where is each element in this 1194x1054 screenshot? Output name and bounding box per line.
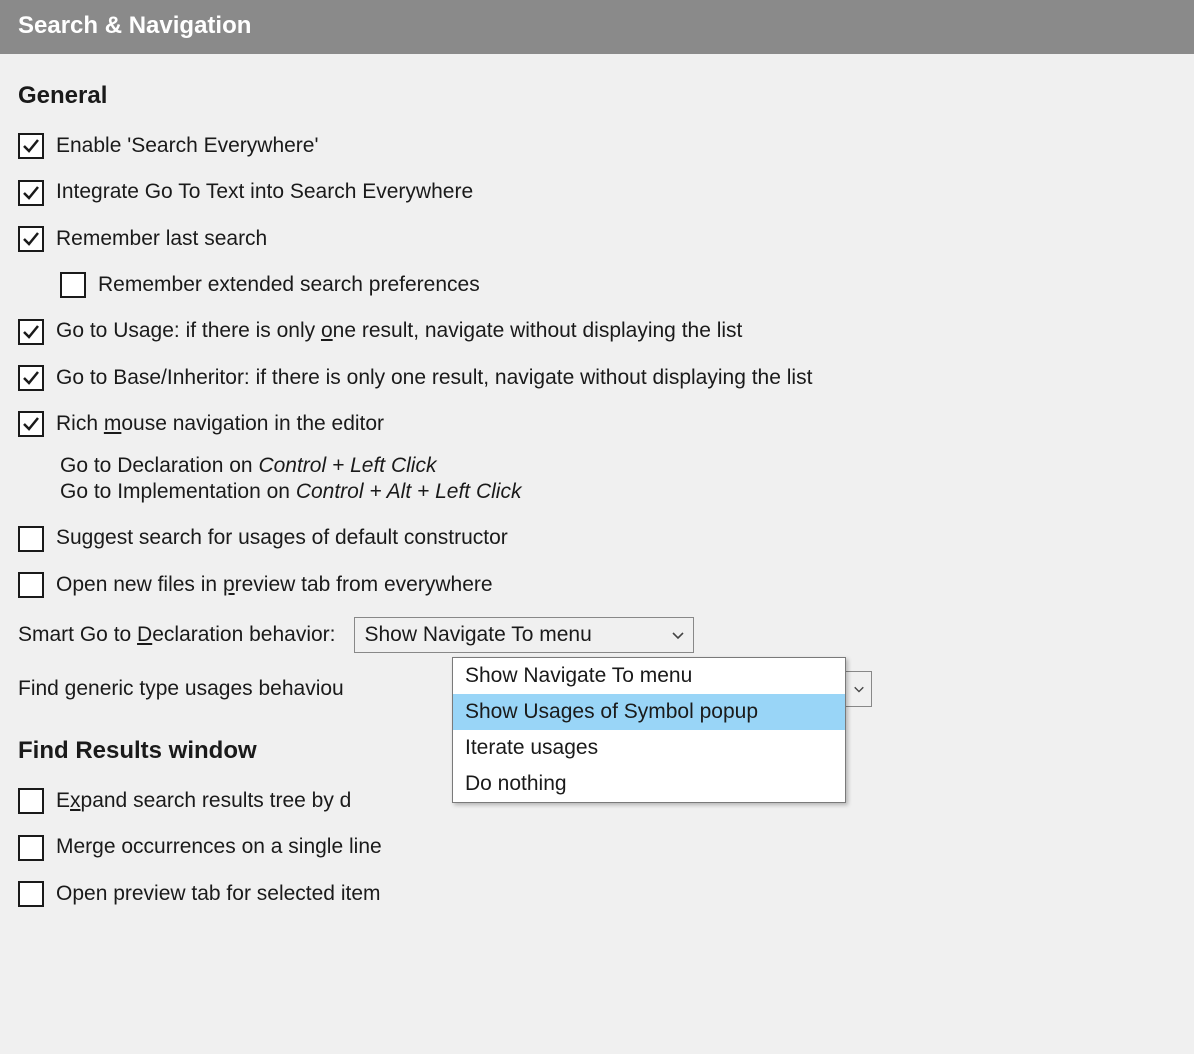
- checkbox-merge-occurrences[interactable]: [18, 835, 44, 861]
- check-icon: [21, 368, 41, 388]
- label-merge-occurrences: Merge occurrences on a single line: [56, 833, 382, 861]
- row-remember-last-search: Remember last search: [18, 225, 1176, 253]
- label-expand-tree: Expand search results tree by d: [56, 787, 351, 815]
- label-goto-base: Go to Base/Inheritor: if there is only o…: [56, 364, 812, 392]
- chevron-down-icon: [671, 628, 685, 642]
- label-open-preview-tab: Open preview tab for selected item: [56, 880, 381, 908]
- label-open-new-files: Open new files in preview tab from every…: [56, 571, 493, 599]
- checkbox-goto-usage[interactable]: [18, 319, 44, 345]
- check-icon: [21, 229, 41, 249]
- row-open-preview-tab: Open preview tab for selected item: [18, 880, 1176, 908]
- label-smart-goto-declaration: Smart Go to Declaration behavior:: [18, 623, 336, 647]
- info-goto-implementation: Go to Implementation on Control + Alt + …: [60, 480, 1176, 504]
- dropdown-item-navigate-menu[interactable]: Show Navigate To menu: [453, 658, 845, 694]
- checkbox-expand-tree[interactable]: [18, 788, 44, 814]
- checkbox-open-new-files[interactable]: [18, 572, 44, 598]
- label-enable-search-everywhere: Enable 'Search Everywhere': [56, 132, 319, 160]
- select-smart-goto-declaration[interactable]: Show Navigate To menu: [354, 617, 694, 653]
- row-remember-extended: Remember extended search preferences: [18, 271, 1176, 299]
- row-enable-search-everywhere: Enable 'Search Everywhere': [18, 132, 1176, 160]
- row-merge-occurrences: Merge occurrences on a single line: [18, 833, 1176, 861]
- checkbox-remember-extended[interactable]: [60, 272, 86, 298]
- row-smart-goto-declaration: Smart Go to Declaration behavior: Show N…: [18, 617, 1176, 653]
- dropdown-item-iterate-usages[interactable]: Iterate usages: [453, 730, 845, 766]
- dropdown-item-do-nothing[interactable]: Do nothing: [453, 766, 845, 802]
- label-integrate-goto-text: Integrate Go To Text into Search Everywh…: [56, 178, 473, 206]
- check-icon: [21, 136, 41, 156]
- select-value: Show Navigate To menu: [365, 623, 592, 647]
- checkbox-enable-search-everywhere[interactable]: [18, 133, 44, 159]
- row-open-new-files: Open new files in preview tab from every…: [18, 571, 1176, 599]
- row-rich-mouse: Rich mouse navigation in the editor: [18, 410, 1176, 438]
- row-suggest-default-ctor: Suggest search for usages of default con…: [18, 524, 1176, 552]
- info-goto-declaration: Go to Declaration on Control + Left Clic…: [60, 454, 1176, 478]
- chevron-down-icon: [853, 682, 865, 696]
- rich-mouse-info: Go to Declaration on Control + Left Clic…: [18, 454, 1176, 504]
- check-icon: [21, 183, 41, 203]
- label-remember-extended: Remember extended search preferences: [98, 271, 480, 299]
- check-icon: [21, 322, 41, 342]
- dropdown-smart-goto-declaration[interactable]: Show Navigate To menu Show Usages of Sym…: [452, 657, 846, 803]
- content-area: General Enable 'Search Everywhere' Integ…: [0, 54, 1194, 946]
- dropdown-item-usages-popup[interactable]: Show Usages of Symbol popup: [453, 694, 845, 730]
- header-title: Search & Navigation: [0, 0, 1194, 54]
- check-icon: [21, 414, 41, 434]
- checkbox-rich-mouse[interactable]: [18, 411, 44, 437]
- checkbox-open-preview-tab[interactable]: [18, 881, 44, 907]
- checkbox-goto-base[interactable]: [18, 365, 44, 391]
- label-rich-mouse: Rich mouse navigation in the editor: [56, 410, 384, 438]
- row-goto-usage: Go to Usage: if there is only one result…: [18, 317, 1176, 345]
- checkbox-suggest-default-ctor[interactable]: [18, 526, 44, 552]
- label-suggest-default-ctor: Suggest search for usages of default con…: [56, 524, 508, 552]
- row-goto-base: Go to Base/Inheritor: if there is only o…: [18, 364, 1176, 392]
- label-goto-usage: Go to Usage: if there is only one result…: [56, 317, 742, 345]
- label-find-generic-type: Find generic type usages behaviou: [18, 677, 344, 701]
- label-remember-last-search: Remember last search: [56, 225, 267, 253]
- section-general-title: General: [18, 82, 1176, 110]
- checkbox-integrate-goto-text[interactable]: [18, 180, 44, 206]
- checkbox-remember-last-search[interactable]: [18, 226, 44, 252]
- row-integrate-goto-text: Integrate Go To Text into Search Everywh…: [18, 178, 1176, 206]
